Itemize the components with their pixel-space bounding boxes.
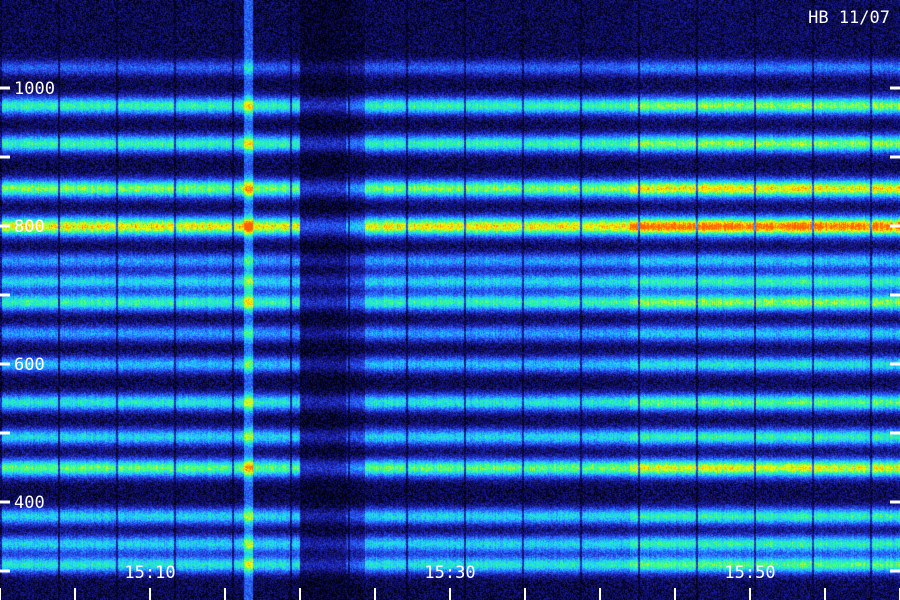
y-tick-label: 1000 — [14, 79, 55, 99]
x-tick-label: 15:30 — [424, 563, 475, 583]
chart-overlay: 1000 800 600 400 15:10 15:30 15:50 HB 11/07 — [0, 8, 900, 600]
y-axis: 1000 800 600 400 — [0, 79, 900, 573]
x-axis: 15:10 15:30 15:50 — [0, 563, 900, 600]
x-tick-label: 15:10 — [124, 563, 175, 583]
y-tick-label: 400 — [14, 493, 45, 513]
x-tick-label: 15:50 — [724, 563, 775, 583]
y-tick-label: 800 — [14, 217, 45, 237]
station-label: HB 11/07 — [808, 8, 890, 28]
y-tick-label: 600 — [14, 355, 45, 375]
